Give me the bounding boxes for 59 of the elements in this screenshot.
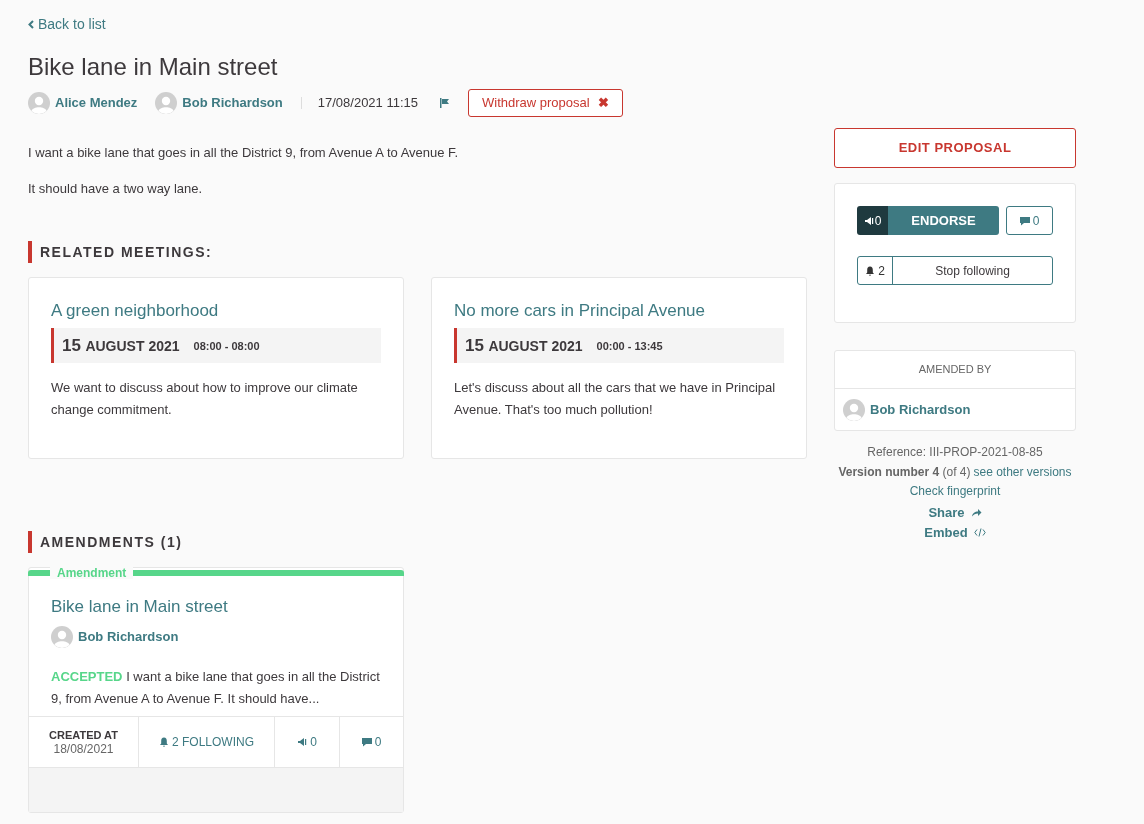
megaphone-icon <box>297 736 308 747</box>
avatar-icon <box>155 92 178 114</box>
meeting-description: Let's discuss about all the cars that we have in Principal Avenue. That's too much pollution! <box>454 379 777 419</box>
proposal-title: Bike lane in Main street <box>28 52 279 82</box>
flag-icon[interactable] <box>440 98 450 108</box>
back-link[interactable]: Back to list <box>28 14 1116 35</box>
versions-link[interactable]: see other versions <box>973 462 1072 482</box>
meeting-card[interactable]: A green neighborhood 15 AUGUST 2021 08:00 - 08:00 We want to discuss about how to improve our climate change commitment. <box>28 277 404 459</box>
edit-proposal-button[interactable]: EDIT PROPOSAL <box>834 128 1076 168</box>
author-link[interactable]: Bob Richardson <box>182 93 283 113</box>
author-link[interactable]: Bob Richardson <box>78 626 179 647</box>
meeting-title[interactable]: No more cars in Principal Avenue <box>454 300 784 322</box>
author-link[interactable]: Alice Mendez <box>55 93 138 113</box>
amendment-tag: Amendment <box>50 567 134 579</box>
bell-icon <box>865 265 876 276</box>
section-heading: AMENDMENTS (1) <box>40 532 183 552</box>
megaphone-icon <box>863 215 874 226</box>
comment-icon <box>361 736 372 747</box>
meeting-time: 00:00 - 13:45 <box>596 339 663 355</box>
fingerprint-link[interactable]: Check fingerprint <box>909 482 1001 502</box>
meeting-title[interactable]: A green neighborhood <box>51 300 381 322</box>
endorsement-count: 0 <box>857 206 888 235</box>
reference-text: Reference: III-PROP-2021-08-85 <box>867 444 1043 461</box>
chevron-left-icon <box>28 20 34 29</box>
created-label: CREATED AT <box>49 727 118 742</box>
follower-count: 2 <box>858 257 893 284</box>
body-paragraph: I want a bike lane that goes in all the District 9, from Avenue A to Avenue F. <box>28 144 460 162</box>
amendment-card[interactable]: Amendment Bike lane in Main street Bob Richardson ACCEPTED I want a bike lane that goes in all the District 9, from Avenue A to Avenue F. It should have... CREATED AT 18/08/2021 2 FOLLOWING 0 0 <box>28 567 404 813</box>
amendment-title[interactable]: Bike lane in Main street <box>51 594 381 620</box>
version-text: Version number 4 (of 4) <box>838 463 971 481</box>
endorse-button[interactable]: ENDORSE <box>888 206 999 235</box>
avatar-icon <box>51 625 73 648</box>
amended-by-heading: AMENDED BY <box>835 351 1075 389</box>
avatar-icon <box>28 92 50 114</box>
bell-icon <box>159 736 169 747</box>
body-paragraph: It should have a two way lane. <box>28 180 204 198</box>
meeting-description: We want to discuss about how to improve our climate change commitment. <box>51 379 359 419</box>
proposal-date: 17/08/2021 11:15 <box>317 94 418 113</box>
created-date: 18/08/2021 <box>53 741 114 756</box>
section-heading: RELATED MEETINGS: <box>40 242 213 262</box>
withdraw-button[interactable]: Withdraw proposal ✖ <box>468 89 623 117</box>
code-icon <box>973 528 986 538</box>
following-count: 2 FOLLOWING <box>172 733 254 751</box>
meeting-card[interactable]: No more cars in Principal Avenue 15 AUGUST 2021 00:00 - 13:45 Let's discuss about all the cars that we have in Principal Avenue. That's too much pollution! <box>431 277 807 459</box>
share-link[interactable]: Share <box>928 502 982 522</box>
author-link[interactable]: Bob Richardson <box>870 399 971 420</box>
meeting-date: 15 AUGUST 2021 <box>465 334 583 357</box>
share-arrow-icon <box>970 507 982 517</box>
comments-button[interactable]: 0 <box>1006 206 1053 235</box>
embed-link[interactable]: Embed <box>924 523 986 543</box>
amendment-summary: ACCEPTED I want a bike lane that goes in all the District 9, from Avenue A to Avenue F. It should have... <box>51 667 381 708</box>
meeting-time: 08:00 - 08:00 <box>193 339 260 355</box>
comment-icon <box>1019 215 1030 226</box>
avatar-icon <box>843 398 865 421</box>
endorsement-count: 0 <box>310 733 317 751</box>
meeting-date: 15 AUGUST 2021 <box>62 334 180 357</box>
follow-button[interactable]: 2 Stop following <box>857 256 1053 285</box>
follow-label: Stop following <box>934 262 1011 280</box>
comment-count: 0 <box>374 733 382 751</box>
